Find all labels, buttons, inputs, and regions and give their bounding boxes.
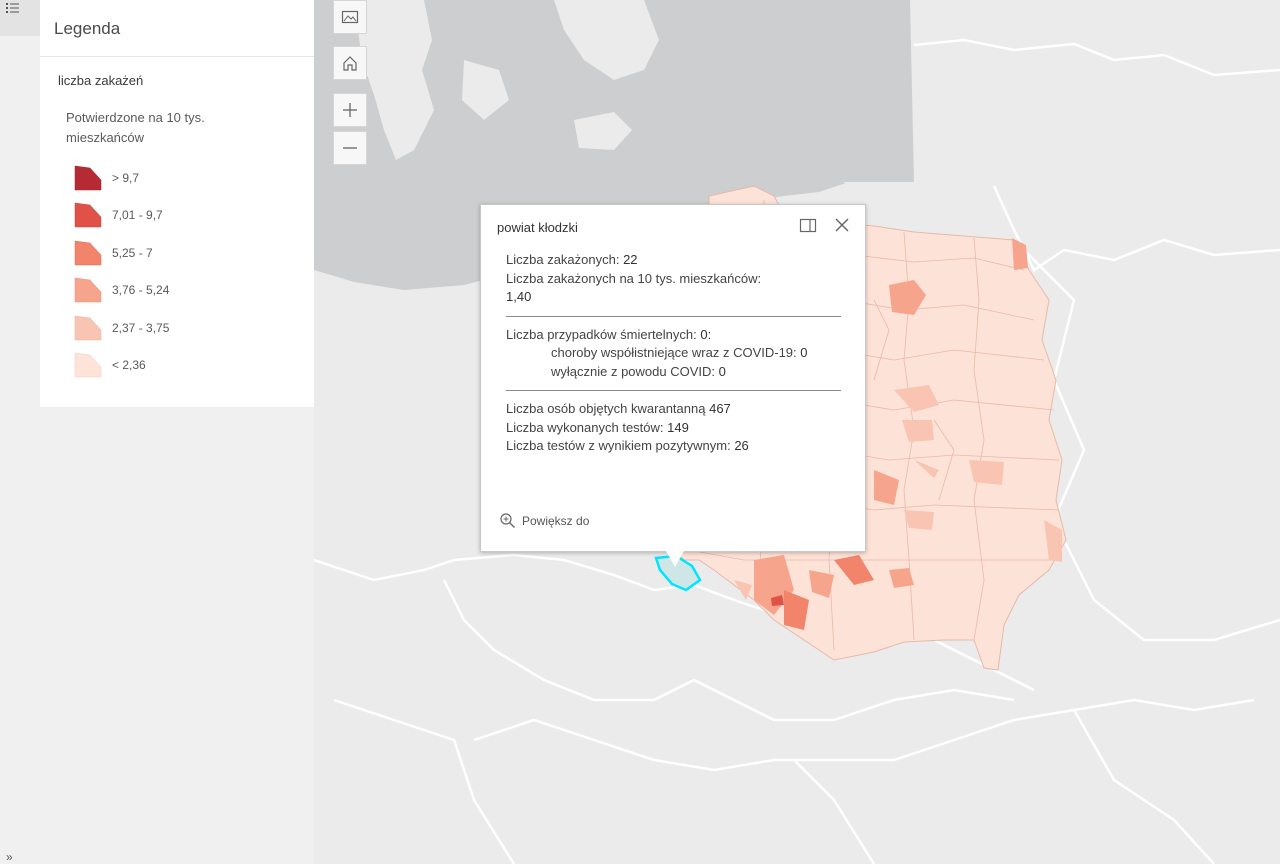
legend-swatch <box>74 165 102 190</box>
quarantine-label: Liczba osób objętych kwarantanną <box>506 401 706 416</box>
positive-label: Liczba testów z wynikiem pozytywnym: <box>506 438 731 453</box>
cases-label: Liczba zakażonych: <box>506 252 620 267</box>
dock-icon[interactable] <box>799 218 817 234</box>
legend-class-1: > 9,7 <box>74 159 169 197</box>
comorbid-value: 0 <box>800 345 808 360</box>
tests-label: Liczba wykonanych testów: <box>506 419 664 435</box>
minus-icon <box>343 147 357 149</box>
deaths-label: Liczba przypadków śmiertelnych: <box>506 326 697 342</box>
cases-per10k-row: Liczba zakażonych na 10 tys. mieszkańców… <box>506 270 846 289</box>
legend-swatch <box>74 315 102 340</box>
legend-panel: Legenda liczba zakażeń Potwierdzone na 1… <box>40 0 314 864</box>
double-chevron-right-icon[interactable]: » <box>6 850 13 864</box>
cases-row: Liczba zakażonych: 22 <box>506 251 846 270</box>
covid-only-row: wyłącznie z powodu COVID: 0 <box>506 363 846 382</box>
legend-list-icon <box>6 3 19 13</box>
popup-divider <box>506 390 841 391</box>
legend-toggle-button[interactable] <box>0 0 40 36</box>
legend-class-5: 2,37 - 3,75 <box>74 309 169 347</box>
legend-field-label: Potwierdzone na 10 tys. mieszkańców <box>66 110 205 145</box>
legend-class-label: 7,01 - 9,7 <box>112 208 163 223</box>
land-mass <box>910 0 1280 190</box>
zoom-out-button[interactable] <box>333 131 367 165</box>
side-strip: » <box>0 0 41 864</box>
tests-row: Liczba wykonanych testów: 149 <box>506 419 846 438</box>
legend-swatch <box>74 202 102 228</box>
legend-card: Legenda liczba zakażeń Potwierdzone na 1… <box>40 0 314 407</box>
zoom-to-label: Powiększ do <box>522 514 590 528</box>
legend-class-label: 2,37 - 3,75 <box>112 320 170 335</box>
popup-divider <box>506 315 841 317</box>
legend-class-label: < 2,36 <box>112 358 146 373</box>
divider <box>40 56 314 57</box>
comorbid-label: choroby współistniejące wraz z COVID-19: <box>551 345 797 360</box>
cases-value: 22 <box>623 252 638 267</box>
legend-class-3: 5,25 - 7 <box>74 234 169 272</box>
covid-only-value: 0 <box>718 363 726 379</box>
tests-value: 149 <box>667 419 689 435</box>
legend-classes: > 9,7 7,01 - 9,7 5,25 - 7 3,76 - 5,24 2,… <box>74 159 169 384</box>
plus-icon <box>343 103 357 117</box>
cases-per10k-value-row: 1,40 <box>506 288 846 307</box>
basemap-gallery-icon <box>341 10 359 24</box>
legend-title: Legenda <box>54 19 121 38</box>
legend-class-6: < 2,36 <box>74 347 169 385</box>
comorbid-row: choroby współistniejące wraz z COVID-19:… <box>506 344 846 363</box>
close-icon[interactable] <box>833 216 851 234</box>
cases-per10k-value: 1,40 <box>506 289 532 304</box>
home-button[interactable] <box>333 46 367 80</box>
home-icon <box>343 56 357 71</box>
basemap-button[interactable] <box>333 0 367 34</box>
legend-swatch <box>74 277 102 303</box>
quarantine-value: 467 <box>709 401 731 416</box>
legend-class-label: 3,76 - 5,24 <box>112 283 170 298</box>
legend-class-label: > 9,7 <box>112 170 140 185</box>
magnifier-plus-icon <box>500 513 515 528</box>
legend-swatch <box>74 240 102 265</box>
zoom-in-button[interactable] <box>333 93 367 127</box>
popup-pointer <box>666 551 684 567</box>
positive-value: 26 <box>734 438 749 453</box>
legend-class-4: 3,76 - 5,24 <box>74 272 169 310</box>
covid-only-label: wyłącznie z powodu COVID: <box>551 363 716 379</box>
popup-title: powiat kłodzki <box>497 220 578 235</box>
zoom-to-link[interactable]: Powiększ do <box>499 512 589 530</box>
legend-layer-name: liczba zakażeń <box>58 73 144 88</box>
legend-swatch <box>74 352 102 378</box>
positive-row: Liczba testów z wynikiem pozytywnym: 26 <box>506 437 846 456</box>
feature-popup: powiat kłodzki Liczba zakażonych: 22 Lic… <box>480 204 866 552</box>
cases-per10k-label: Liczba zakażonych na 10 tys. mieszkańców… <box>506 270 762 286</box>
legend-class-2: 7,01 - 9,7 <box>74 197 169 235</box>
deaths-value: 0: <box>700 326 712 342</box>
legend-class-label: 5,25 - 7 <box>112 245 153 260</box>
popup-content: Liczba zakażonych: 22 Liczba zakażonych … <box>506 251 846 456</box>
quarantine-row: Liczba osób objętych kwarantanną 467 <box>506 400 846 419</box>
deaths-row: Liczba przypadków śmiertelnych: 0: <box>506 326 846 345</box>
district-class-5 <box>969 460 1004 485</box>
